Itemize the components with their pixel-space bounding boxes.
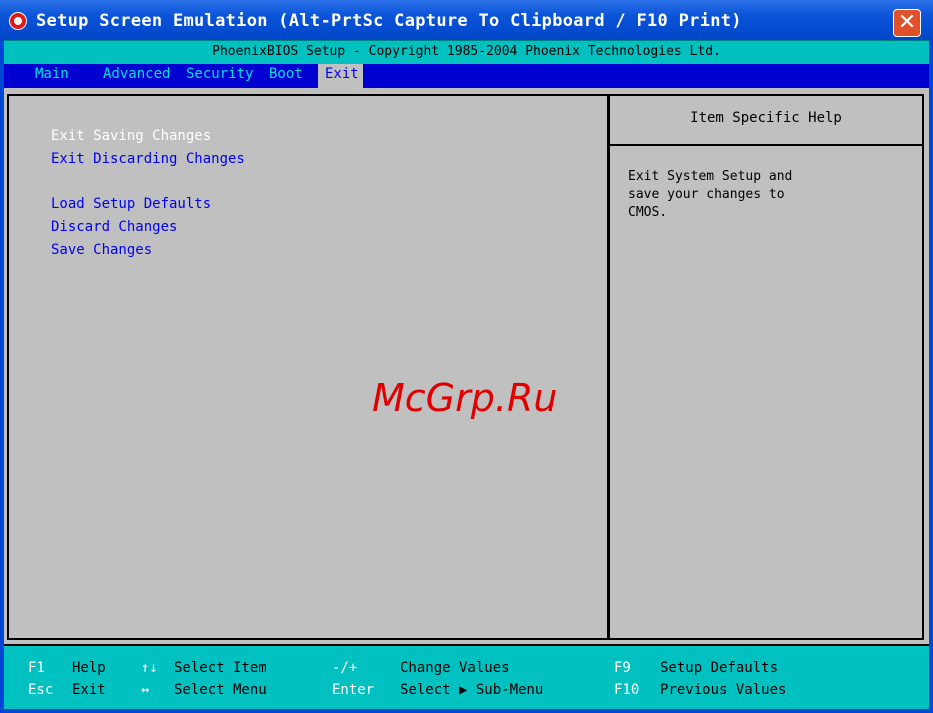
key-f1-desc: Help <box>72 660 106 676</box>
menu-item-exit-saving[interactable]: Exit Saving Changes <box>51 128 211 144</box>
tab-advanced[interactable]: Advanced <box>96 64 177 88</box>
bios-copyright: PhoenixBIOS Setup - Copyright 1985-2004 … <box>4 40 929 65</box>
key-f1: F1 <box>28 660 45 676</box>
window-title: Setup Screen Emulation (Alt-PrtSc Captur… <box>36 11 742 31</box>
bios-menubar: Main Advanced Security Boot Exit <box>4 64 929 88</box>
key-updown-desc: Select Item <box>174 660 267 676</box>
key-updown: ↑↓ <box>141 660 158 676</box>
emulator-window: Setup Screen Emulation (Alt-PrtSc Captur… <box>0 0 933 713</box>
help-text: Exit System Setup and save your changes … <box>628 168 798 222</box>
key-plusminus-desc: Change Values <box>400 660 510 676</box>
title-bar[interactable]: Setup Screen Emulation (Alt-PrtSc Captur… <box>0 0 933 40</box>
menu-item-save-changes[interactable]: Save Changes <box>51 242 152 258</box>
key-enter: Enter <box>332 682 375 698</box>
help-panel: Item Specific Help Exit System Setup and… <box>608 94 924 640</box>
key-f10-desc: Previous Values <box>660 682 787 698</box>
help-title: Item Specific Help <box>610 96 922 146</box>
key-f9-desc: Setup Defaults <box>660 660 779 676</box>
key-esc: Esc <box>28 682 54 698</box>
tab-main[interactable]: Main <box>28 64 76 88</box>
help-line: save your changes to <box>628 187 785 202</box>
tab-exit[interactable]: Exit <box>318 64 363 88</box>
menu-item-exit-discarding[interactable]: Exit Discarding Changes <box>51 151 245 167</box>
close-icon[interactable]: ✕ <box>893 9 921 37</box>
key-enter-desc: Select ▶ Sub-Menu <box>400 682 544 698</box>
watermark: McGrp.Ru <box>372 376 558 420</box>
help-line: CMOS. <box>628 205 668 220</box>
tab-security[interactable]: Security <box>179 64 260 88</box>
key-plusminus: -/+ <box>332 660 358 676</box>
key-esc-desc: Exit <box>72 682 106 698</box>
menu-item-load-defaults[interactable]: Load Setup Defaults <box>51 196 211 212</box>
exit-menu-panel: Exit Saving Changes Exit Discarding Chan… <box>7 94 608 640</box>
key-legend: F1 Help ↑↓ Select Item -/+ Change Values… <box>4 644 929 709</box>
key-leftright-desc: Select Menu <box>174 682 267 698</box>
key-f10: F10 <box>614 682 640 698</box>
app-icon <box>9 12 27 30</box>
menu-item-discard-changes[interactable]: Discard Changes <box>51 219 177 235</box>
tab-boot[interactable]: Boot <box>262 64 310 88</box>
key-leftright: ↔ <box>141 682 150 698</box>
bios-screen: PhoenixBIOS Setup - Copyright 1985-2004 … <box>4 40 929 709</box>
key-f9: F9 <box>614 660 631 676</box>
help-line: Exit System Setup and <box>628 169 793 184</box>
